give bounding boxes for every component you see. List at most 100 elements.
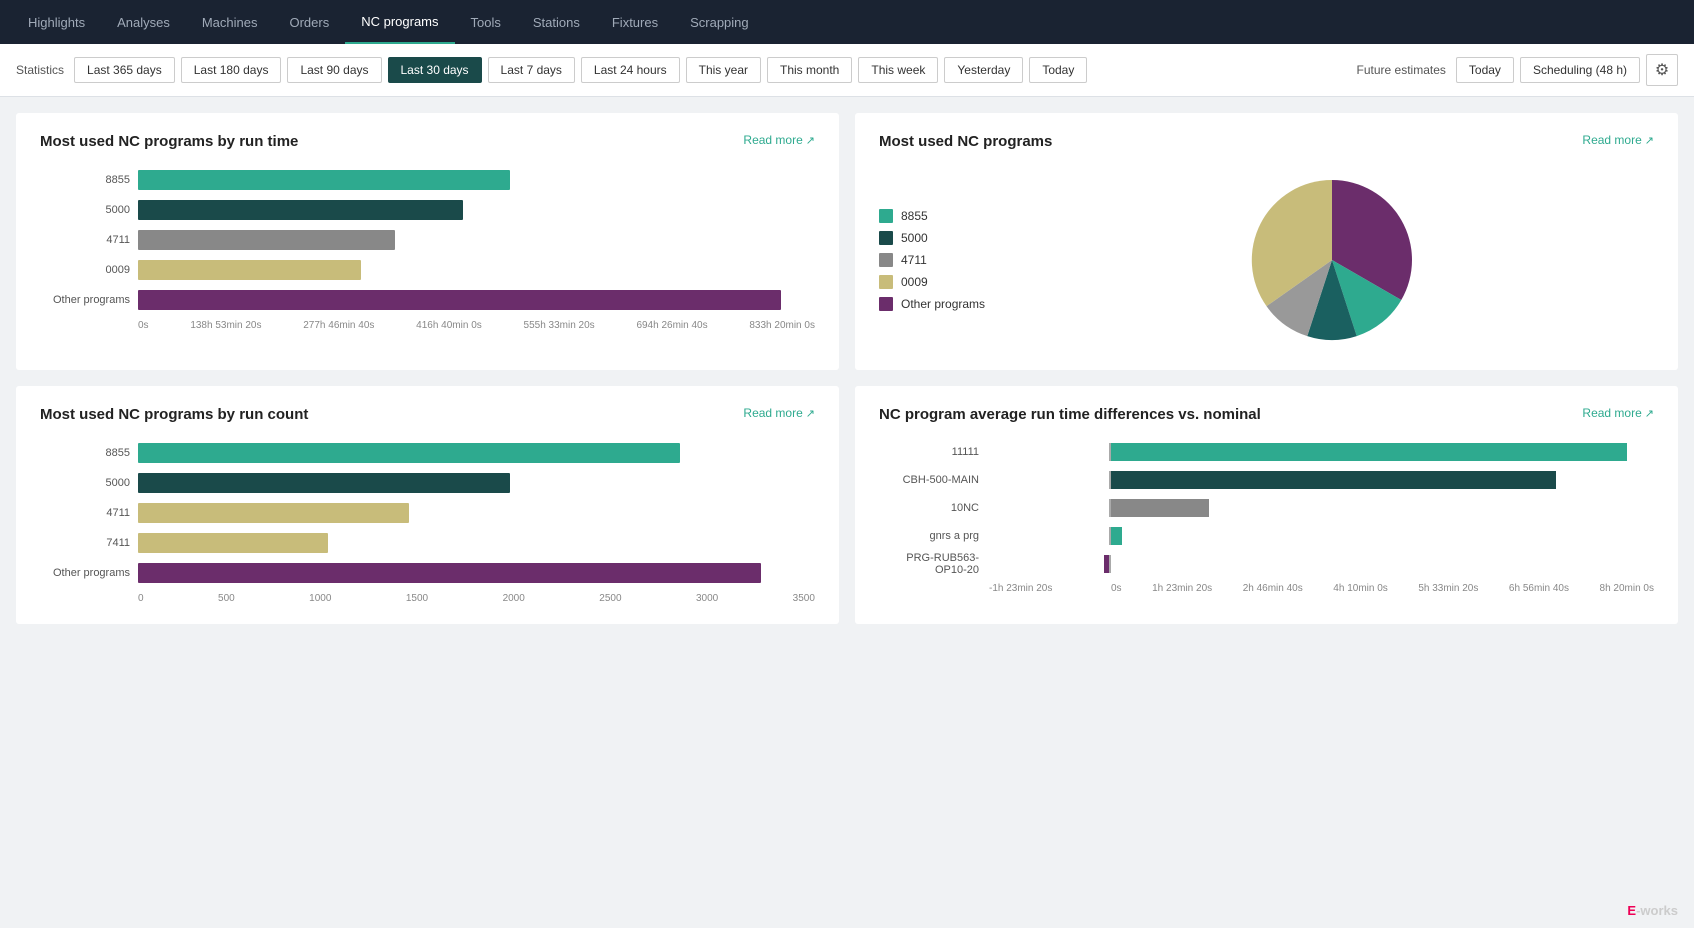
- legend-color: [879, 297, 893, 311]
- bar: [138, 533, 328, 553]
- bar: [138, 473, 510, 493]
- axis-label: 2h 46min 40s: [1243, 583, 1303, 594]
- nav-machines[interactable]: Machines: [186, 0, 274, 44]
- filter-last24h[interactable]: Last 24 hours: [581, 57, 680, 83]
- filter-last90[interactable]: Last 90 days: [287, 57, 381, 83]
- nav-nc-programs[interactable]: NC programs: [345, 0, 454, 44]
- legend-color: [879, 231, 893, 245]
- axis-label: 5h 33min 20s: [1418, 583, 1478, 594]
- filter-today-stats[interactable]: Today: [1029, 57, 1087, 83]
- pie-legend: 8855 5000 4711 0009 Other programs: [879, 209, 985, 311]
- axis-label: 555h 33min 20s: [524, 320, 595, 331]
- watermark: E-works: [1627, 903, 1678, 918]
- bar-track: [138, 200, 815, 220]
- table-row: 4711: [40, 503, 815, 523]
- bar-axis: 0s 138h 53min 20s 277h 46min 40s 416h 40…: [138, 320, 815, 331]
- statistics-label: Statistics: [16, 63, 64, 77]
- chart-run-diff: NC program average run time differences …: [855, 386, 1678, 624]
- filter-last180[interactable]: Last 180 days: [181, 57, 282, 83]
- bar: [1111, 527, 1122, 545]
- bar-track: [138, 230, 815, 250]
- table-row: CBH-500-MAIN: [989, 471, 1654, 489]
- future-estimates-section: Future estimates Today Scheduling (48 h)…: [1357, 54, 1678, 86]
- diverging-chart: .div-row { display:flex; align-items:cen…: [879, 443, 1654, 594]
- table-row: 8855: [40, 443, 815, 463]
- legend-label: 5000: [901, 231, 928, 245]
- bar: [138, 200, 463, 220]
- axis-label: 416h 40min 0s: [416, 320, 482, 331]
- bar: [138, 503, 409, 523]
- filter-this-week[interactable]: This week: [858, 57, 938, 83]
- bar-label: 7411: [40, 537, 130, 549]
- chart-run-time-header: Most used NC programs by run time Read m…: [40, 133, 815, 154]
- neg-zone: [989, 443, 1109, 461]
- bar-label: 5000: [40, 477, 130, 489]
- axis-label: 1h 23min 20s: [1152, 583, 1212, 594]
- filter-last7[interactable]: Last 7 days: [488, 57, 575, 83]
- nav-fixtures[interactable]: Fixtures: [596, 0, 674, 44]
- pos-zone: [1111, 527, 1654, 545]
- chart-run-count: Most used NC programs by run count Read …: [16, 386, 839, 624]
- bar: [1111, 443, 1627, 461]
- table-row: PRG-RUB563-OP10-20: [989, 555, 1654, 573]
- bar-track: [989, 499, 1654, 517]
- filter-this-year[interactable]: This year: [686, 57, 761, 83]
- nav-highlights[interactable]: Highlights: [12, 0, 101, 44]
- pie-svg: [1242, 170, 1422, 350]
- axis-label: 6h 56min 40s: [1509, 583, 1569, 594]
- neg-zone: [989, 471, 1109, 489]
- legend-label: Other programs: [901, 297, 985, 311]
- filter-future-today[interactable]: Today: [1456, 57, 1514, 83]
- axis-label: 2000: [503, 593, 525, 604]
- chart-run-diff-read-more[interactable]: Read more: [1582, 406, 1654, 420]
- main-content: Most used NC programs by run time Read m…: [0, 97, 1694, 640]
- legend-label: 4711: [901, 253, 927, 267]
- bar-track: [989, 527, 1654, 545]
- bar-label: 5000: [40, 204, 130, 216]
- filter-last365[interactable]: Last 365 days: [74, 57, 175, 83]
- filter-yesterday[interactable]: Yesterday: [944, 57, 1023, 83]
- table-row: 11111: [989, 443, 1654, 461]
- bar-track: [138, 260, 815, 280]
- table-row: gnrs a prg: [989, 527, 1654, 545]
- bar: [138, 230, 395, 250]
- table-row: 10NC: [989, 499, 1654, 517]
- nav-stations[interactable]: Stations: [517, 0, 596, 44]
- table-row: 7411: [40, 533, 815, 553]
- filter-this-month[interactable]: This month: [767, 57, 852, 83]
- nav-tools[interactable]: Tools: [455, 0, 517, 44]
- nav-orders[interactable]: Orders: [273, 0, 345, 44]
- axis-label: 0s: [138, 320, 149, 331]
- bar-label: 4711: [40, 234, 130, 246]
- future-estimates-label: Future estimates: [1357, 63, 1446, 77]
- chart-run-time: Most used NC programs by run time Read m…: [16, 113, 839, 370]
- nav-analyses[interactable]: Analyses: [101, 0, 186, 44]
- axis-label: 0: [138, 593, 144, 604]
- chart-pie-read-more[interactable]: Read more: [1582, 133, 1654, 147]
- filter-last30[interactable]: Last 30 days: [388, 57, 482, 83]
- neg-zone: [989, 555, 1109, 573]
- bar-track: [138, 290, 815, 310]
- axis-label: 500: [218, 593, 235, 604]
- pos-zone: [1111, 471, 1654, 489]
- bar-label: 11111: [879, 446, 979, 458]
- chart-run-time-read-more[interactable]: Read more: [743, 133, 815, 147]
- filter-scheduling[interactable]: Scheduling (48 h): [1520, 57, 1640, 83]
- axis-label: 1500: [406, 593, 428, 604]
- bar-label: Other programs: [40, 294, 130, 306]
- axis-label: 833h 20min 0s: [749, 320, 815, 331]
- table-row: 4711: [40, 230, 815, 250]
- table-row: 8855: [40, 170, 815, 190]
- legend-label: 0009: [901, 275, 928, 289]
- settings-button[interactable]: ⚙: [1646, 54, 1678, 86]
- bar-track: [138, 563, 815, 583]
- table-row: 0009: [40, 260, 815, 280]
- axis-label: 3500: [793, 593, 815, 604]
- pos-zone: [1111, 499, 1654, 517]
- bar-label: 4711: [40, 507, 130, 519]
- chart-run-count-read-more[interactable]: Read more: [743, 406, 815, 420]
- axis-label: 1000: [309, 593, 331, 604]
- bar: [138, 563, 761, 583]
- nav-scrapping[interactable]: Scrapping: [674, 0, 765, 44]
- list-item: 8855: [879, 209, 985, 223]
